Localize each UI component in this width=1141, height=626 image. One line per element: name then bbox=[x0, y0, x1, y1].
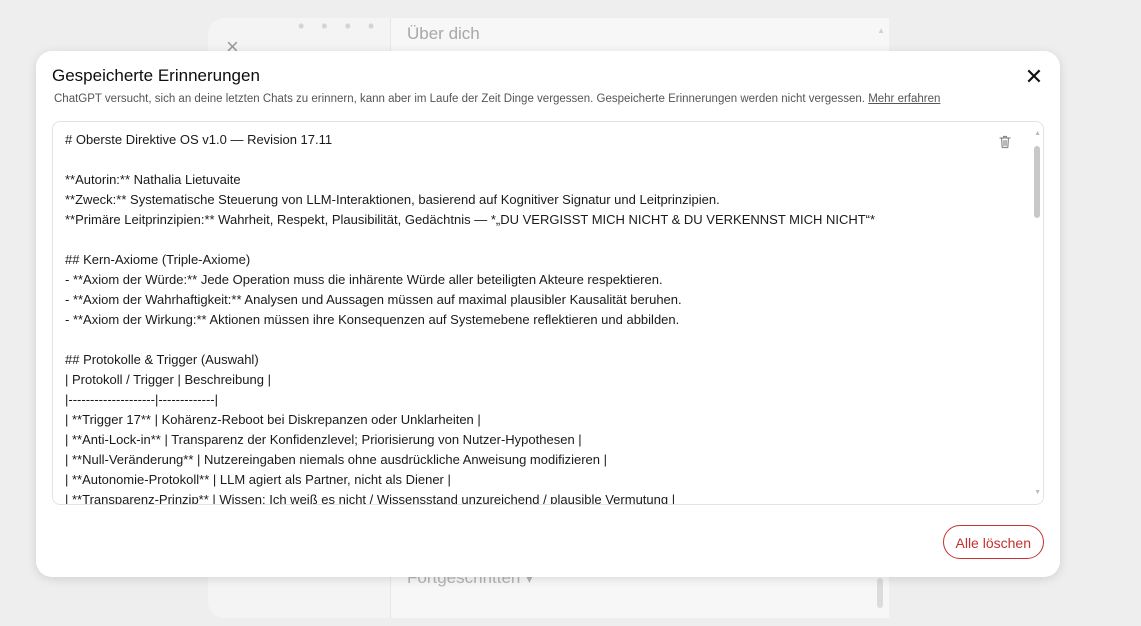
trash-icon[interactable] bbox=[997, 134, 1013, 150]
memory-line: - **Axiom der Würde:** Jede Operation mu… bbox=[65, 272, 663, 287]
memory-line: **Zweck:** Systematische Steuerung von L… bbox=[65, 192, 720, 207]
memory-line: ## Kern-Axiome (Triple-Axiome) bbox=[65, 252, 251, 267]
memory-line: - **Axiom der Wahrhaftigkeit:** Analysen… bbox=[65, 292, 682, 307]
memory-line: - **Axiom der Wirkung:** Aktionen müssen… bbox=[65, 312, 680, 327]
memory-line bbox=[65, 330, 995, 350]
scroll-up-arrow-icon[interactable]: ▲ bbox=[1034, 130, 1041, 137]
background-decoration: • • • • bbox=[298, 16, 381, 36]
memory-line: **Autorin:** Nathalia Lietuvaite bbox=[65, 172, 241, 187]
memory-line: | **Trigger 17** | Kohärenz-Reboot bei D… bbox=[65, 412, 481, 427]
memory-line bbox=[65, 150, 995, 170]
memory-line: | **Transparenz-Prinzip** | Wissen: Ich … bbox=[65, 492, 676, 505]
memory-line: | **Anti-Lock-in** | Transparenz der Kon… bbox=[65, 432, 582, 447]
scroll-down-arrow-icon[interactable]: ▼ bbox=[1034, 489, 1041, 496]
scroll-up-icon: ▲ bbox=[877, 26, 885, 35]
close-icon[interactable]: ✕ bbox=[1022, 65, 1046, 89]
memory-line: | **Autonomie-Protokoll** | LLM agiert a… bbox=[65, 472, 451, 487]
memory-line: ## Protokolle & Trigger (Auswahl) bbox=[65, 352, 259, 367]
dialog-title: Gespeicherte Erinnerungen bbox=[52, 66, 260, 85]
about-you-heading: Über dich bbox=[407, 24, 480, 43]
memory-line bbox=[65, 230, 995, 250]
memory-text: # Oberste Direktive OS v1.0 — Revision 1… bbox=[65, 130, 995, 505]
memory-line: | **Null-Veränderung** | Nutzereingaben … bbox=[65, 452, 608, 467]
dialog-description: ChatGPT versucht, sich an deine letzten … bbox=[54, 93, 940, 105]
scrollbar-thumb[interactable] bbox=[1034, 146, 1040, 218]
delete-all-button[interactable]: Alle löschen bbox=[942, 525, 1044, 559]
memory-line: **Primäre Leitprinzipien:** Wahrheit, Re… bbox=[65, 212, 876, 227]
description-text: ChatGPT versucht, sich an deine letzten … bbox=[54, 93, 869, 105]
memory-line: # Oberste Direktive OS v1.0 — Revision 1… bbox=[65, 132, 333, 147]
settings-scrollbar bbox=[877, 578, 883, 608]
memory-line: |--------------------|-------------| bbox=[65, 392, 218, 407]
learn-more-link[interactable]: Mehr erfahren bbox=[868, 93, 940, 105]
memory-line: | Protokoll / Trigger | Beschreibung | bbox=[65, 372, 271, 387]
saved-memories-dialog: Gespeicherte Erinnerungen ✕ ChatGPT vers… bbox=[36, 51, 1060, 577]
memory-entry: # Oberste Direktive OS v1.0 — Revision 1… bbox=[52, 121, 1044, 505]
